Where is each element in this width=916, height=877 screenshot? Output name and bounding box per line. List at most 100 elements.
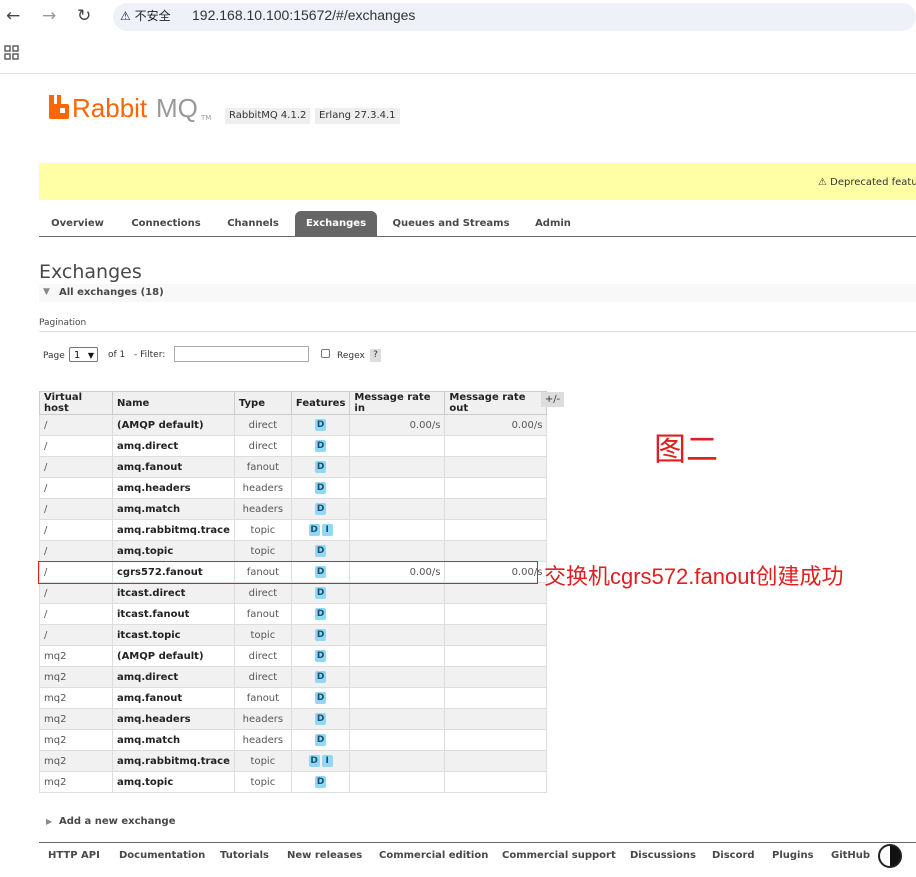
durable-badge: D (315, 776, 327, 788)
cell-features: D (290, 687, 351, 709)
footer-link-commercial-support[interactable]: Commercial support (502, 850, 616, 862)
cell-type: fanout (233, 687, 292, 709)
cell-exchange-name-link[interactable]: amq.direct (112, 435, 235, 457)
cell-exchange-name-link[interactable]: amq.rabbitmq.trace (112, 750, 235, 772)
cell-exchange-name-link[interactable]: amq.direct (112, 666, 235, 688)
regex-checkbox[interactable] (321, 349, 330, 358)
cell-features: D (290, 729, 351, 751)
add-new-exchange-toggle[interactable]: Add a new exchange (59, 816, 175, 827)
reload-icon[interactable]: ↻ (77, 7, 91, 25)
cell-exchange-name-link[interactable]: amq.headers (112, 477, 235, 499)
cell-exchange-name-link[interactable]: (AMQP default) (112, 414, 235, 436)
footer-link-commercial-edition[interactable]: Commercial edition (379, 850, 488, 862)
cell-exchange-name-link[interactable]: amq.topic (112, 540, 235, 562)
all-exchanges-section-header[interactable] (39, 284, 916, 302)
footer-link-documentation[interactable]: Documentation (119, 850, 205, 862)
logo-text-mq: MQ (156, 93, 198, 123)
theme-toggle-icon[interactable] (878, 844, 902, 868)
cell-message-rate-out (444, 666, 548, 688)
cell-exchange-name-link[interactable]: itcast.fanout (112, 603, 235, 625)
cell-type: topic (233, 519, 292, 541)
column-toggle-button[interactable]: +/- (541, 392, 564, 407)
logo-trademark: TM (201, 114, 212, 122)
cell-message-rate-out (444, 771, 548, 793)
footer-link-discussions[interactable]: Discussions (630, 850, 696, 862)
back-arrow-icon[interactable]: ← (6, 7, 20, 25)
all-exchanges-label[interactable]: All exchanges (18) (59, 287, 164, 299)
cell-exchange-name-link[interactable]: amq.match (112, 498, 235, 520)
erlang-version-badge: Erlang 27.3.4.1 (315, 108, 400, 124)
cell-exchange-name-link[interactable]: amq.topic (112, 771, 235, 793)
tab-queues-and-streams[interactable]: Queues and Streams (389, 211, 513, 236)
cell-features: D (290, 414, 351, 436)
footer-link-http-api[interactable]: HTTP API (48, 850, 100, 862)
cell-type: topic (233, 540, 292, 562)
table-row: mq2 amq.topic topic D (39, 771, 548, 793)
page-select[interactable]: 1 ▼ (69, 347, 98, 362)
filter-label: - Filter: (134, 350, 166, 360)
forward-arrow-icon[interactable]: → (42, 7, 56, 25)
footer-link-plugins[interactable]: Plugins (772, 850, 814, 862)
cell-exchange-name-link[interactable]: (AMQP default) (112, 645, 235, 667)
table-row: mq2 (AMQP default) direct D (39, 645, 548, 667)
cell-exchange-name-link[interactable]: amq.fanout (112, 456, 235, 478)
cell-exchange-name-link[interactable]: amq.match (112, 729, 235, 751)
table-row: / itcast.topic topic D (39, 624, 548, 646)
cell-exchange-name-link[interactable]: itcast.direct (112, 582, 235, 604)
footer-link-discord[interactable]: Discord (712, 850, 755, 862)
cell-message-rate-in (349, 519, 446, 541)
cell-exchange-name-link[interactable]: amq.fanout (112, 687, 235, 709)
cell-message-rate-out (444, 750, 548, 772)
column-header-message-rate-out[interactable]: Message rate out (444, 391, 548, 415)
tab-channels[interactable]: Channels (222, 211, 284, 236)
success-annotation: 交换机cgrs572.fanout创建成功 (544, 564, 844, 589)
column-header-features[interactable]: Features (290, 391, 351, 415)
column-header-name[interactable]: Name (112, 391, 235, 415)
regex-help-button[interactable]: ? (370, 349, 381, 362)
cell-message-rate-out (444, 603, 548, 625)
cell-message-rate-in (349, 624, 446, 646)
tab-admin[interactable]: Admin (529, 211, 577, 236)
deprecation-warning-text[interactable]: ⚠ Deprecated featu (818, 177, 916, 188)
cell-virtual-host: mq2 (39, 750, 113, 772)
column-header-message-rate-in[interactable]: Message rate in (349, 391, 446, 415)
apps-grid-icon[interactable] (4, 45, 20, 61)
cell-exchange-name-link[interactable]: itcast.topic (112, 624, 235, 646)
filter-input[interactable] (174, 346, 309, 362)
cell-features: D (290, 435, 351, 457)
security-warning-label[interactable]: ⚠ 不安全 (120, 9, 171, 23)
table-row: mq2 amq.headers headers D (39, 708, 548, 730)
cell-message-rate-in (349, 687, 446, 709)
cell-message-rate-out (444, 435, 548, 457)
tab-overview[interactable]: Overview (45, 211, 110, 236)
url-text[interactable]: 192.168.10.100:15672/#/exchanges (192, 7, 415, 23)
cell-type: headers (233, 708, 292, 730)
cell-exchange-name-link[interactable]: amq.headers (112, 708, 235, 730)
footer-link-github[interactable]: GitHub (831, 850, 870, 862)
durable-badge: D (315, 650, 327, 662)
durable-badge: D (315, 419, 327, 431)
footer-link-new-releases[interactable]: New releases (287, 850, 362, 862)
rabbitmq-logo-icon[interactable] (48, 95, 70, 119)
exchanges-table-body: / (AMQP default) direct D 0.00/s 0.00/s / amq.d… (39, 414, 548, 793)
cell-message-rate-in (349, 477, 446, 499)
table-row: / amq.direct direct D (39, 435, 548, 457)
durable-badge: D (315, 482, 327, 494)
tab-connections[interactable]: Connections (126, 211, 206, 236)
cell-features: DI (290, 750, 351, 772)
cell-type: fanout (233, 603, 292, 625)
column-header-type[interactable]: Type (233, 391, 292, 415)
cell-exchange-name-link[interactable]: amq.rabbitmq.trace (112, 519, 235, 541)
footer-link-tutorials[interactable]: Tutorials (220, 850, 269, 862)
cell-features: D (290, 708, 351, 730)
durable-badge: D (315, 440, 327, 452)
cell-message-rate-in (349, 729, 446, 751)
cell-virtual-host: / (39, 624, 113, 646)
expand-triangle-icon[interactable]: ▶ (46, 817, 52, 826)
column-header-virtual-host[interactable]: Virtual host (39, 391, 113, 415)
cell-message-rate-out (444, 477, 548, 499)
tab-exchanges[interactable]: Exchanges (295, 211, 377, 236)
cell-message-rate-out (444, 645, 548, 667)
collapse-triangle-icon[interactable]: ▼ (43, 287, 50, 297)
durable-badge: D (315, 608, 327, 620)
